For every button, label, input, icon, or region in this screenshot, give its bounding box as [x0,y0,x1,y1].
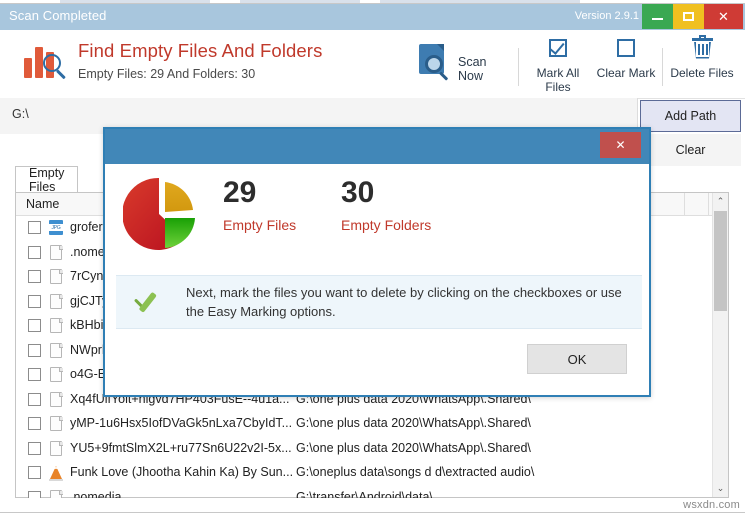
scroll-up-arrow-icon[interactable]: ⌃ [713,193,728,210]
row-path: G:\transfer\Android\data\ [296,489,433,499]
file-icon [49,416,64,432]
scan-now-label: Scan Now [458,55,487,83]
row-checkbox[interactable] [28,417,41,430]
row-checkbox[interactable] [28,466,41,479]
row-path: G:\one plus data 2020\WhatsApp\.Shared\ [296,440,531,455]
tab-empty-files[interactable]: Empty Files [15,166,79,194]
table-row[interactable]: yMP-1u6Hsx5IofDVaGk5nLxa7CbyIdT... G:\one… [16,412,713,437]
row-checkbox[interactable] [28,392,41,406]
column-divider-1[interactable] [684,193,685,216]
scan-result-dialog: ✕ 29 Empty Files 30 Empty Folders Next, … [103,127,651,397]
row-checkbox[interactable] [28,270,41,283]
row-checkbox[interactable] [28,294,41,308]
scroll-down-arrow-icon[interactable]: ⌄ [713,480,728,497]
row-checkbox[interactable] [28,245,41,259]
mark-all-files-label: Mark All Files [536,66,580,94]
file-icon [49,293,64,310]
delete-files-label: Delete Files [670,66,734,80]
row-name: .nomedia [70,489,122,499]
empty-folders-label: Empty Folders [341,217,432,233]
trash-icon [692,35,713,59]
add-path-button[interactable]: Add Path [640,100,741,132]
file-icon [49,489,64,498]
version-label: Version 2.9.1 [574,10,639,22]
file-icon [49,318,64,334]
row-name: yMP-1u6Hsx5IofDVaGk5nLxa7CbyIdT... [70,416,293,430]
row-checkbox[interactable] [28,441,41,455]
row-checkbox[interactable] [28,221,41,234]
empty-checkbox-icon [617,39,635,57]
scan-now-button[interactable]: Scan Now [416,38,512,88]
ok-button[interactable]: OK [527,344,627,374]
window-title: Scan Completed [9,8,107,23]
list-scrollbar[interactable]: ⌃ ⌄ [712,193,728,497]
empty-folders-count: 30 [341,176,375,209]
clear-mark-label: Clear Mark [596,66,656,80]
path-value: G:\ [12,107,29,121]
column-divider-2[interactable] [708,193,709,216]
app-logo-icon [24,39,70,85]
empty-files-count: 29 [223,176,257,209]
results-pie-chart [123,176,199,252]
table-row[interactable]: Funk Love (Jhootha Kahin Ka) By Sun... G:… [16,461,713,486]
dialog-message-text: Next, mark the files you want to delete … [186,285,622,319]
row-name: Funk Love (Jhootha Kahin Ka) By Sun... [70,465,294,479]
mark-all-files-button[interactable]: Mark All Files [524,38,592,94]
close-icon: ✕ [718,9,729,24]
jpg-file-icon: JPG [49,220,64,236]
table-row[interactable]: .nomedia G:\transfer\Android\data\ [16,486,713,499]
row-checkbox[interactable] [28,319,41,332]
page-title: Find Empty Files And Folders [78,40,323,61]
minimize-icon [642,4,673,29]
close-button[interactable]: ✕ [704,4,743,29]
empty-files-stat: 29 Empty Files [223,176,297,234]
page-subtitle: Empty Files: 29 And Folders: 30 [78,67,256,81]
maximize-icon [673,4,704,29]
dialog-close-icon[interactable]: ✕ [600,132,641,158]
table-row[interactable]: YU5+9fmtSlmX2L+ru77Sn6U22v2I-5x... G:\one… [16,437,713,462]
row-name: YU5+9fmtSlmX2L+ru77Sn6U22v2I-5x... [70,440,292,455]
scrollbar-thumb[interactable] [714,211,727,311]
toolbar-divider-2 [662,48,663,86]
watermark: wsxdn.com [683,499,740,511]
vlc-media-icon [49,465,64,481]
clear-mark-button[interactable]: Clear Mark [596,38,656,90]
dialog-titlebar: ✕ [105,129,649,164]
file-icon [49,244,64,261]
file-icon [49,342,64,359]
toolbar-divider [518,48,519,86]
success-check-icon [130,285,166,319]
row-path: G:\oneplus data\songs d d\extracted audi… [296,465,535,479]
scan-icon [416,42,456,82]
file-icon [49,440,64,457]
maximize-button[interactable] [673,4,704,29]
window-titlebar: Scan Completed Version 2.9.1 ✕ [0,4,745,30]
column-header-name[interactable]: Name [26,197,59,211]
file-icon [49,391,64,408]
row-checkbox[interactable] [28,343,41,357]
row-checkbox[interactable] [28,368,41,381]
file-icon [49,367,64,383]
delete-files-button[interactable]: Delete Files [668,35,736,90]
row-path: G:\one plus data 2020\WhatsApp\.Shared\ [296,416,531,430]
file-icon [49,269,64,285]
empty-folders-stat: 30 Empty Folders [341,176,432,234]
dialog-body: 29 Empty Files 30 Empty Folders [105,164,649,274]
clear-button[interactable]: Clear [640,134,741,166]
row-checkbox[interactable] [28,490,41,498]
empty-files-label: Empty Files [223,217,297,233]
dialog-message-panel: Next, mark the files you want to delete … [116,275,642,329]
app-header: Find Empty Files And Folders Empty Files… [0,30,745,99]
minimize-button[interactable] [642,4,673,29]
